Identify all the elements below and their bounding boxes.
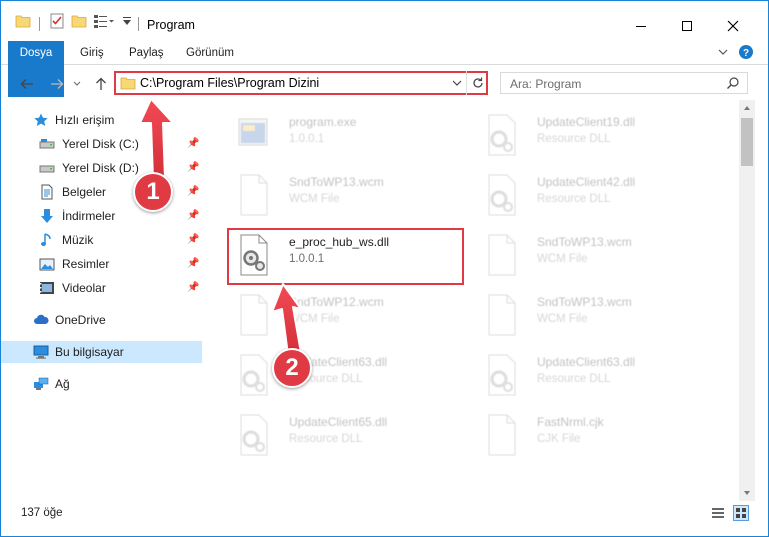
callout-step-1: 1 [133,172,173,212]
callout-step-2: 2 [272,348,312,388]
annotation-arrows [139,98,302,356]
explorer-window: Program Dosya Giriş Paylaş Görünüm ? C:\… [0,0,769,537]
